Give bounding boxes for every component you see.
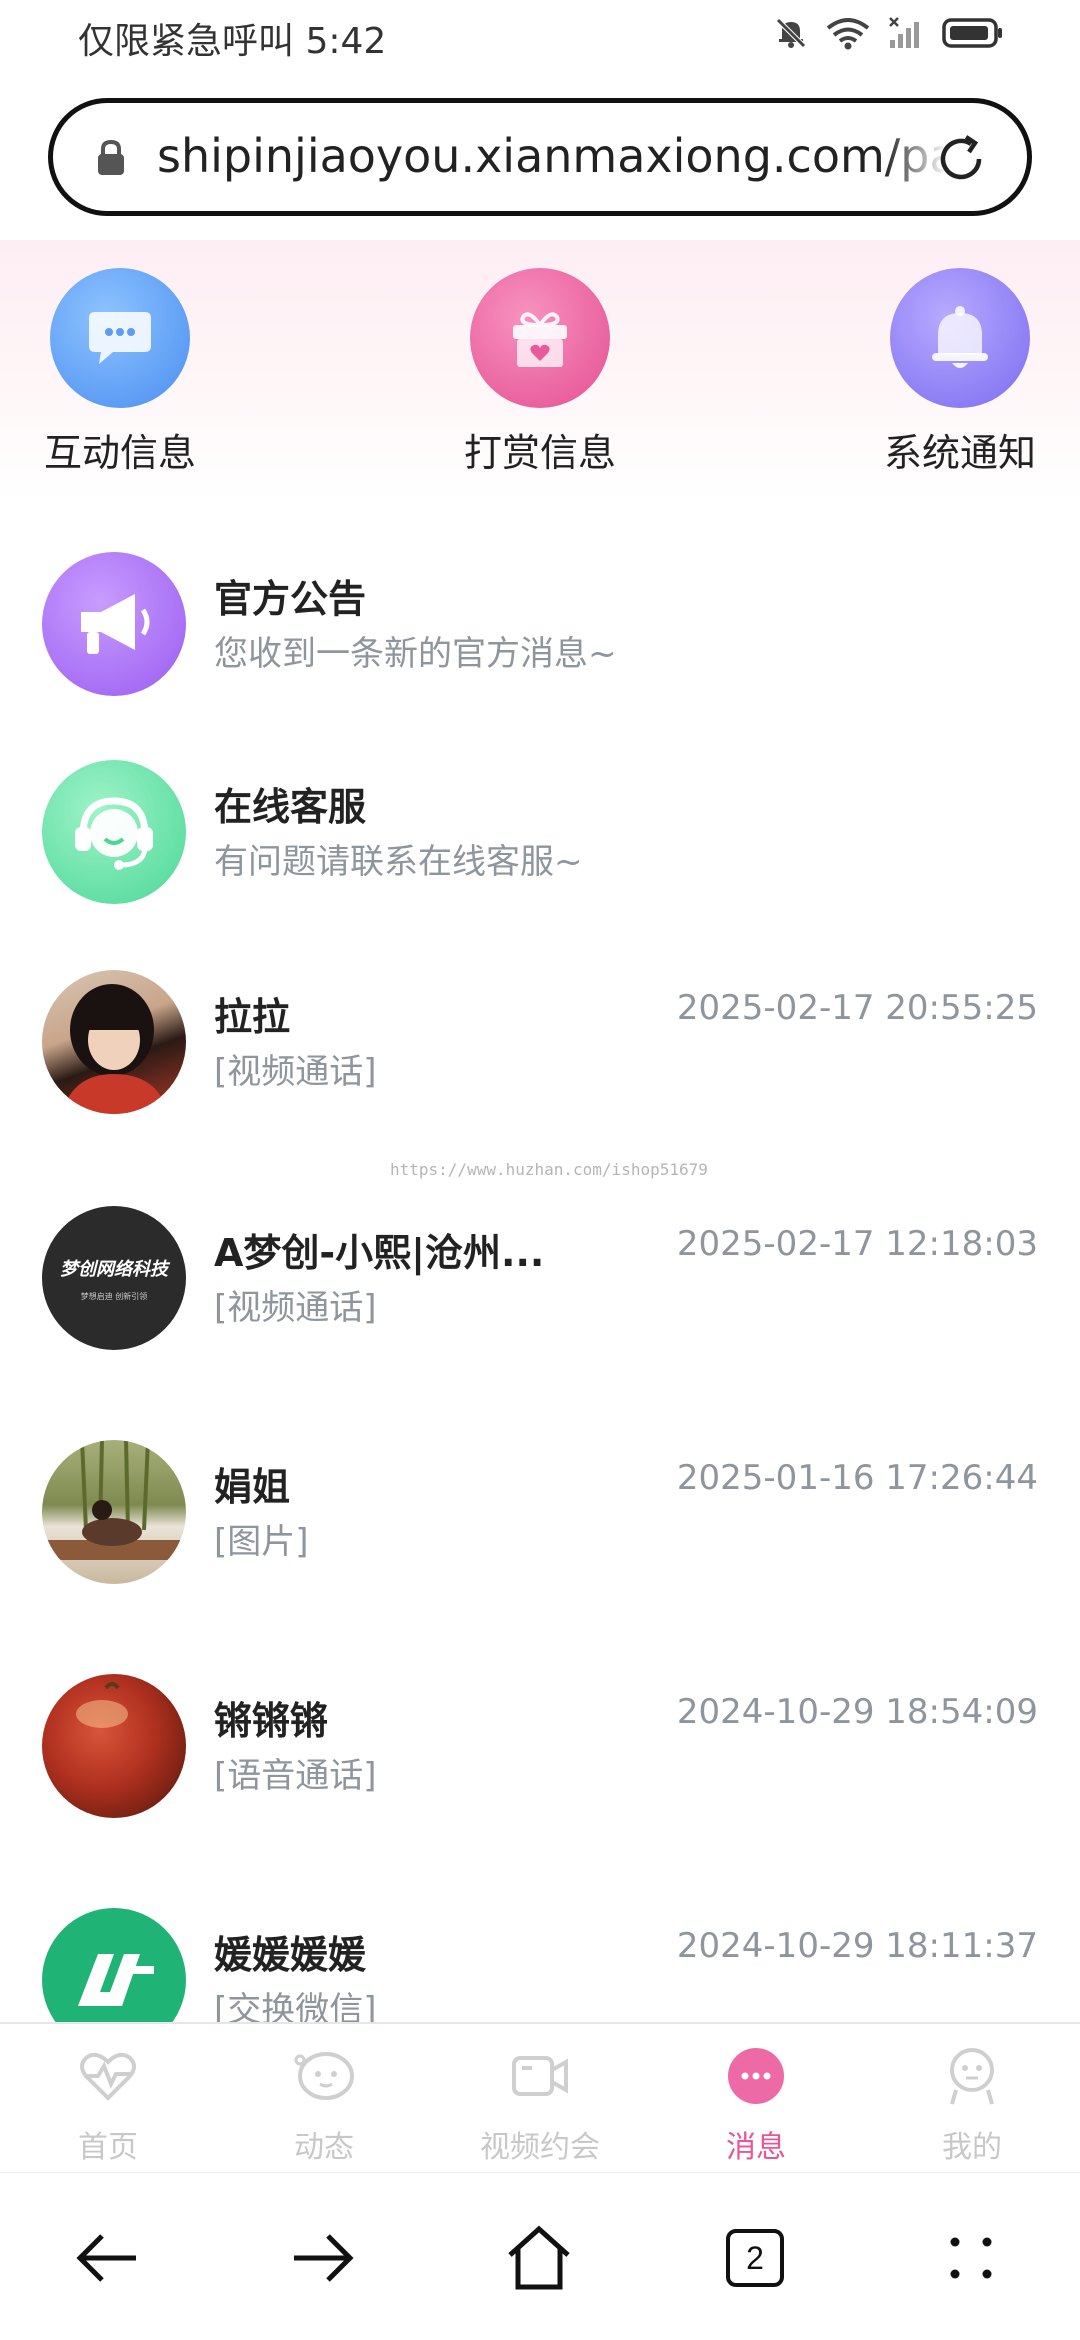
- gift-icon: [470, 268, 610, 408]
- message-preview: [图片]: [214, 1522, 309, 1562]
- user-avatar: [42, 970, 186, 1114]
- quick-actions: 互动信息 打赏信息 系统通知: [0, 240, 1080, 500]
- contact-name: 拉拉: [214, 995, 291, 1039]
- lock-icon: [98, 139, 124, 175]
- list-item-conversation[interactable]: 拉拉 [视频通话] 2025-02-17 20:55:25: [0, 948, 1080, 1138]
- contact-name: 媛媛媛媛: [214, 1933, 367, 1977]
- contact-name: 官方公告: [214, 577, 367, 621]
- message-preview: [视频通话]: [214, 1288, 377, 1328]
- tabs-button[interactable]: 2: [710, 2213, 800, 2303]
- battery-icon: [942, 18, 1002, 48]
- bell-icon: [890, 268, 1030, 408]
- profile-icon: [950, 2048, 994, 2105]
- face-bubble-icon: [294, 2052, 354, 2100]
- menu-button[interactable]: [926, 2213, 1016, 2303]
- message-icon: [728, 2048, 784, 2104]
- quick-action-interaction[interactable]: 互动信息: [20, 268, 220, 477]
- forward-button[interactable]: [278, 2213, 368, 2303]
- message-preview: 您收到一条新的官方消息~: [214, 634, 617, 674]
- user-avatar: [42, 1440, 186, 1584]
- tab-messages[interactable]: 消息: [648, 2024, 864, 2174]
- company-logo: 梦创网络科技 梦想启迪 创新引领: [42, 1206, 186, 1350]
- message-time: 2025-02-17 12:18:03: [676, 1224, 1038, 1264]
- contact-name: A梦创-小熙|沧州...: [214, 1231, 545, 1275]
- list-item-online-support[interactable]: 在线客服 有问题请联系在线客服~: [0, 738, 1080, 928]
- tab-moments[interactable]: 动态: [216, 2024, 432, 2174]
- tab-label: 动态: [294, 2130, 354, 2165]
- mute-bell-icon: [776, 18, 806, 48]
- back-button[interactable]: [62, 2213, 152, 2303]
- arrow-left-icon: [76, 2234, 136, 2282]
- tab-profile[interactable]: 我的: [864, 2024, 1080, 2174]
- chat-bubble-icon: [50, 268, 190, 408]
- status-bar: 仅限紧急呼叫 5:42: [0, 0, 1080, 80]
- message-time: 2025-02-17 20:55:25: [676, 988, 1038, 1028]
- quick-action-label: 互动信息: [43, 431, 196, 475]
- video-camera-icon: [512, 2056, 568, 2096]
- bottom-tab-bar: 首页 动态 视频约会 消息 我的: [0, 2022, 1080, 2172]
- quick-action-label: 打赏信息: [463, 431, 616, 475]
- quick-action-system[interactable]: 系统通知: [860, 268, 1060, 477]
- url-text[interactable]: shipinjiaoyou.xianmaxiong.com/pages: [157, 129, 947, 189]
- tab-video-date[interactable]: 视频约会: [432, 2024, 648, 2174]
- list-item-conversation[interactable]: 锵锵锵 [语音通话] 2024-10-29 18:54:09: [0, 1652, 1080, 1842]
- green-logo: [42, 1908, 186, 2022]
- message-preview: [视频通话]: [214, 1052, 377, 1092]
- arrow-right-icon: [294, 2234, 354, 2282]
- list-item-conversation[interactable]: 娟姐 [图片] 2025-01-16 17:26:44: [0, 1418, 1080, 1608]
- tab-home[interactable]: 首页: [0, 2024, 216, 2174]
- home-button[interactable]: [494, 2213, 584, 2303]
- heartbeat-icon: [80, 2052, 136, 2101]
- contact-name: 锵锵锵: [214, 1699, 329, 1743]
- reload-icon[interactable]: [933, 131, 989, 187]
- list-item-conversation[interactable]: 梦创网络科技 梦想启迪 创新引领 A梦创-小熙|沧州... [视频通话] 202…: [0, 1184, 1080, 1374]
- message-time: 2024-10-29 18:11:37: [676, 1926, 1038, 1966]
- message-preview: 有问题请联系在线客服~: [214, 842, 583, 882]
- message-time: 2024-10-29 18:54:09: [676, 1692, 1038, 1732]
- apple-avatar: [42, 1674, 186, 1818]
- watermark: https://www.huzhan.com/ishop51679: [390, 1160, 708, 1179]
- quick-action-rewards[interactable]: 打赏信息: [440, 268, 640, 477]
- status-text: 仅限紧急呼叫 5:42: [78, 21, 387, 62]
- megaphone-icon: [42, 552, 186, 696]
- tab-count: 2: [726, 2229, 784, 2287]
- menu-dots-icon: [950, 2237, 992, 2279]
- browser-navigation: 2: [0, 2172, 1080, 2340]
- quick-action-label: 系统通知: [883, 431, 1036, 475]
- status-icons: [774, 16, 1004, 50]
- logo-tagline: 梦想启迪 创新引领: [80, 1291, 148, 1301]
- message-preview: [交换微信]: [214, 1990, 377, 2022]
- contact-name: 在线客服: [214, 785, 367, 829]
- logo-text: 梦创网络科技: [60, 1258, 168, 1280]
- message-preview: [语音通话]: [214, 1756, 377, 1796]
- list-item-official-announcement[interactable]: 官方公告 您收到一条新的官方消息~: [0, 530, 1080, 720]
- signal-icon: [889, 17, 919, 48]
- headset-icon: [42, 760, 186, 904]
- contact-name: 娟姐: [214, 1465, 291, 1509]
- tab-label: 视频约会: [480, 2130, 600, 2165]
- tab-label: 消息: [726, 2130, 786, 2165]
- message-time: 2025-01-16 17:26:44: [676, 1458, 1038, 1498]
- tab-label: 首页: [78, 2130, 138, 2165]
- address-bar[interactable]: shipinjiaoyou.xianmaxiong.com/pages: [48, 98, 1032, 216]
- tab-label: 我的: [942, 2130, 1002, 2165]
- house-icon: [508, 2225, 570, 2290]
- wifi-icon: [826, 18, 870, 50]
- list-item-conversation[interactable]: 媛媛媛媛 [交换微信] 2024-10-29 18:11:37: [0, 1886, 1080, 2022]
